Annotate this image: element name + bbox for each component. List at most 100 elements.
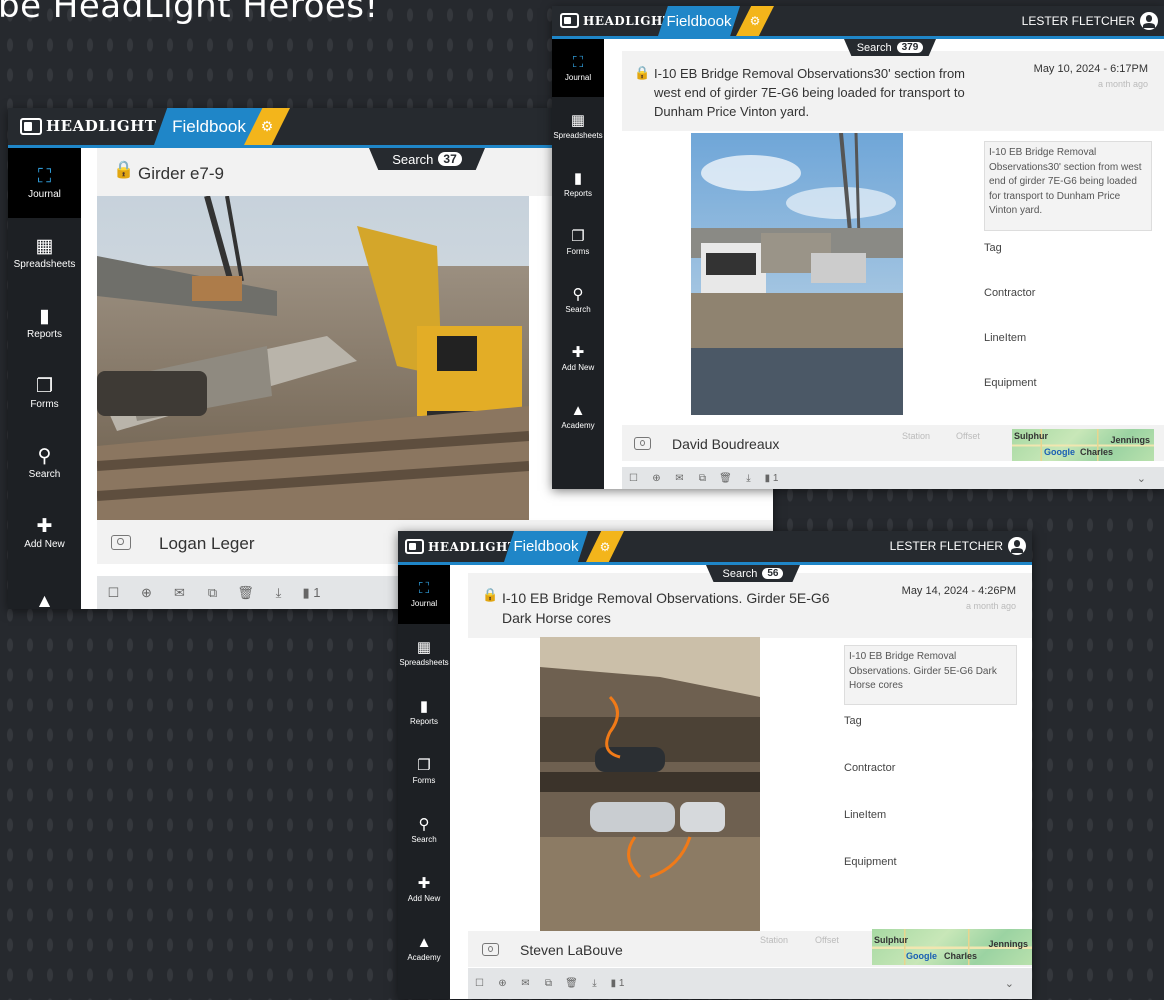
entry-photo[interactable] bbox=[540, 637, 760, 931]
nav-academy[interactable]: ▲ Academy bbox=[398, 919, 450, 978]
contractor-label: Contractor bbox=[844, 762, 896, 774]
chevron-down-icon[interactable]: ⌄ bbox=[1005, 977, 1014, 990]
report-count[interactable]: ▮ 1 bbox=[295, 585, 328, 601]
entry-photo[interactable] bbox=[97, 196, 529, 520]
headlight-logo[interactable]: HEADLIGHT bbox=[20, 117, 156, 135]
email-icon[interactable]: ✉ bbox=[514, 978, 537, 989]
search-count-badge: 379 bbox=[896, 42, 924, 53]
nav-forms[interactable]: ❐ Forms bbox=[398, 742, 450, 801]
trash-icon[interactable]: 🗑 bbox=[560, 978, 583, 989]
logo-mark-icon bbox=[20, 117, 42, 135]
search-tab[interactable]: Search 56 bbox=[706, 565, 800, 582]
trash-icon[interactable]: 🗑 bbox=[229, 585, 262, 601]
nav-spreadsheets[interactable]: ▦ Spreadsheets bbox=[398, 624, 450, 683]
book-icon: ▮ bbox=[302, 584, 310, 600]
logo-mark-icon bbox=[405, 539, 424, 554]
user-menu[interactable]: LESTER FLETCHER bbox=[890, 537, 1026, 555]
nav-spreadsheets[interactable]: ▦ Spreadsheets bbox=[8, 218, 81, 288]
entry-description: I-10 EB Bridge Removal Observations. Gir… bbox=[844, 645, 1017, 705]
headlight-logo[interactable]: HEADLIGHT bbox=[560, 13, 672, 28]
offset-label: Offset bbox=[815, 935, 839, 945]
entry-toolbar: ☐ ⊕ ✉ ⧉ 🗑 ⤓ ▮ 1 bbox=[468, 968, 1032, 999]
entry-relative-time: a month ago bbox=[965, 601, 1016, 611]
select-checkbox-icon[interactable]: ☐ bbox=[468, 978, 491, 989]
nav-add-new[interactable]: ✚ Add New bbox=[8, 498, 81, 568]
fieldbook-tab[interactable]: Fieldbook bbox=[504, 531, 588, 562]
select-checkbox-icon[interactable]: ☐ bbox=[97, 585, 130, 601]
sidebar: ⛶ Journal ▦ Spreadsheets ▮ Reports ❐ Forms ⚲… bbox=[552, 39, 604, 489]
lineitem-label: LineItem bbox=[844, 809, 887, 821]
zoom-icon[interactable]: ⊕ bbox=[130, 585, 163, 601]
copy-icon: ❐ bbox=[571, 227, 585, 245]
nav-reports[interactable]: ▮ Reports bbox=[398, 683, 450, 742]
table-icon: ▦ bbox=[35, 235, 54, 257]
entry-toolbar: ☐ ⊕ ✉ ⧉ 🗑 ⤓ ▮ 1 bbox=[622, 467, 1164, 489]
book-icon: ▮ bbox=[764, 472, 771, 484]
offset-label: Offset bbox=[956, 431, 980, 441]
nav-academy[interactable]: ▲ bbox=[8, 568, 81, 609]
nav-journal[interactable]: ⛶ Journal bbox=[398, 565, 450, 624]
lock-icon: 🔒 bbox=[634, 65, 651, 80]
nav-forms[interactable]: ❐ Forms bbox=[8, 358, 81, 428]
select-checkbox-icon[interactable]: ☐ bbox=[622, 473, 645, 484]
nav-add-new[interactable]: ✚ Add New bbox=[552, 329, 604, 387]
nav-academy[interactable]: ▲ Academy bbox=[552, 387, 604, 445]
headlight-logo[interactable]: HEADLIGHT bbox=[405, 539, 517, 554]
nav-search[interactable]: ⚲ Search bbox=[398, 801, 450, 860]
tag-label: Tag bbox=[984, 242, 1002, 254]
email-icon[interactable]: ✉ bbox=[668, 473, 691, 484]
download-icon[interactable]: ⤓ bbox=[737, 473, 760, 484]
plus-icon: ✚ bbox=[571, 343, 585, 361]
search-tab[interactable]: Search 379 bbox=[844, 39, 936, 56]
nav-add-new[interactable]: ✚ Add New bbox=[398, 860, 450, 919]
download-icon[interactable]: ⤓ bbox=[262, 585, 295, 601]
camera-icon[interactable] bbox=[634, 437, 651, 450]
search-tab[interactable]: Search 37 bbox=[369, 148, 485, 170]
location-map[interactable]: Sulphur Jennings Google Charles bbox=[1012, 429, 1154, 461]
sidebar: ⛶ Journal ▦ Spreadsheets ▮ Reports ❐ Forms ⚲… bbox=[398, 565, 450, 999]
settings-tab[interactable]: ⚙ bbox=[736, 6, 774, 36]
entry-footer: Steven LaBouve Station Offset Sulphur Je… bbox=[468, 929, 1032, 967]
nav-journal[interactable]: ⛶ Journal bbox=[552, 39, 604, 97]
author-name: Steven LaBouve bbox=[520, 942, 623, 958]
user-menu[interactable]: LESTER FLETCHER bbox=[1022, 12, 1158, 30]
chevron-down-icon[interactable]: ⌄ bbox=[1137, 472, 1146, 485]
camera-icon[interactable] bbox=[111, 535, 131, 550]
copy-icon[interactable]: ⧉ bbox=[691, 473, 714, 484]
report-count[interactable]: ▮ 1 bbox=[606, 978, 629, 989]
nav-reports[interactable]: ▮ Reports bbox=[8, 288, 81, 358]
excavator-demolition-photo bbox=[97, 196, 529, 520]
table-icon: ▦ bbox=[570, 111, 586, 129]
nav-reports[interactable]: ▮ Reports bbox=[552, 155, 604, 213]
entry-relative-time: a month ago bbox=[1097, 79, 1148, 89]
download-icon[interactable]: ⤓ bbox=[583, 978, 606, 989]
nav-journal[interactable]: ⛶ Journal bbox=[8, 148, 81, 218]
entry-photo[interactable] bbox=[691, 133, 903, 415]
settings-tab[interactable]: ⚙ bbox=[586, 531, 624, 562]
copy-icon[interactable]: ⧉ bbox=[196, 585, 229, 601]
book-icon: ▮ bbox=[573, 169, 583, 187]
trash-icon[interactable]: 🗑 bbox=[714, 473, 737, 484]
zoom-icon[interactable]: ⊕ bbox=[645, 473, 668, 484]
fieldbook-tab[interactable]: Fieldbook bbox=[658, 6, 740, 36]
camera-icon[interactable] bbox=[482, 943, 499, 956]
report-count[interactable]: ▮ 1 bbox=[760, 473, 783, 484]
station-label: Station bbox=[760, 935, 789, 945]
search-count-badge: 56 bbox=[762, 568, 784, 579]
journal-entry: 🔒 I-10 EB Bridge Removal Observations. G… bbox=[468, 565, 1032, 999]
graduation-cap-icon: ▲ bbox=[416, 934, 432, 951]
email-icon[interactable]: ✉ bbox=[163, 585, 196, 601]
lock-icon: 🔒 bbox=[113, 160, 135, 179]
plus-icon: ✚ bbox=[417, 875, 431, 892]
book-icon: ▮ bbox=[39, 305, 50, 327]
nav-spreadsheets[interactable]: ▦ Spreadsheets bbox=[552, 97, 604, 155]
tag-label: Tag bbox=[844, 715, 862, 727]
nav-search[interactable]: ⚲ Search bbox=[552, 271, 604, 329]
nav-forms[interactable]: ❐ Forms bbox=[552, 213, 604, 271]
nav-search[interactable]: ⚲ Search bbox=[8, 428, 81, 498]
location-map[interactable]: Sulphur Jennings Google Charles bbox=[872, 929, 1032, 965]
zoom-icon[interactable]: ⊕ bbox=[491, 978, 514, 989]
copy-icon[interactable]: ⧉ bbox=[537, 978, 560, 989]
entry-title: Girder e7-9 bbox=[138, 164, 224, 183]
concrete-cores-photo bbox=[540, 637, 760, 931]
